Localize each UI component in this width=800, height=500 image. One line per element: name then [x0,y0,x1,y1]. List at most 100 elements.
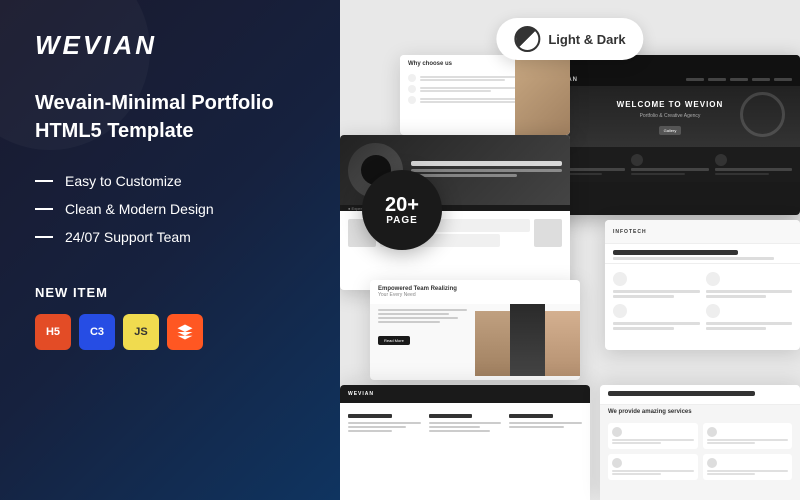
page-label: PAGE [386,215,418,226]
feature-item-1: Easy to Customize [35,173,305,189]
features-list: Easy to Customize Clean & Modern Design … [35,173,305,257]
feature-item-design [706,272,793,298]
footer-left-mockup: WEVIAN [340,385,590,500]
right-panel: Light & Dark 20+ PAGE WEVIAN [340,0,800,500]
team-person-3 [545,311,580,376]
tech-badges-row: H5 C3 JS [35,314,305,350]
feature-sub-3 [715,173,769,175]
feature-line-3 [706,290,793,293]
services-title: We provide amazing services [600,405,800,417]
theme-toggle-button[interactable]: Light & Dark [496,18,643,60]
new-item-badge: NEW ITEM [35,285,305,300]
feature-col-3 [715,154,792,175]
team-line-2 [378,313,449,315]
feature-line-2 [613,295,674,298]
service-line-5 [612,470,694,472]
nav-item-4 [752,78,770,81]
footer-col-line-3 [348,430,392,432]
team-line-1 [378,309,467,311]
nav-item-3 [730,78,748,81]
feature-item-digital [613,304,700,330]
services-title-line [608,391,755,396]
product-text [411,161,562,179]
hero-title: WELCOME TO WEVION [617,100,724,109]
js-badge: JS [123,314,159,350]
team-line-3 [378,317,458,319]
team-left: Read More [370,304,475,376]
service-icon-2 [707,427,717,437]
team-subtitle: Your Every Need [378,292,572,298]
feature-item-3: 24/07 Support Team [35,229,305,245]
footer-col-line-2 [348,426,406,428]
product-sub-line-1 [411,169,562,172]
feature-line-8 [706,327,767,330]
footer-col-line-5 [429,426,480,428]
service-line-1 [612,439,694,441]
project-icon [706,304,720,318]
why-line-2b [420,90,491,92]
main-container: WEVIAN Wevain-Minimal Portfolio HTML5 Te… [0,0,800,500]
feature-item-website [613,272,700,298]
team-person-2 [510,304,545,376]
dash-icon-3 [35,236,53,238]
footer-col-line-7 [509,422,582,424]
footer-header: WEVIAN [340,385,590,403]
service-line-4 [707,442,756,444]
footer-col-title-1 [348,414,392,418]
dark-theme-mockup: WEVIAN WELCOME TO WEVION Portfolio & Cre… [540,55,800,215]
team-people [475,304,580,376]
features-header: INFOTECH [605,220,800,244]
feature-col-2 [631,154,708,175]
why-line-1b [420,79,505,81]
footer-col-title-2 [429,414,473,418]
features-title-area [605,244,800,264]
why-dot-3 [408,96,416,104]
design-icon [706,272,720,286]
wheel-decoration [740,92,785,137]
feature-label-2: Clean & Modern Design [65,201,214,217]
features-logo: INFOTECH [613,229,647,235]
team-mockup: Empowered Team Realizing Your Every Need… [370,280,580,380]
footer-cols [340,408,590,440]
service-icon-4 [707,458,717,468]
product-sub-line-2 [411,174,517,177]
feature-label-1: Easy to Customize [65,173,182,189]
box-badge [167,314,203,350]
service-item-2 [703,423,793,449]
feature-sub-2 [631,173,685,175]
footer-content [340,403,590,440]
footer-col-title-3 [509,414,553,418]
website-icon [613,272,627,286]
service-item-4 [703,454,793,480]
brand-logo: WEVIAN [35,30,305,61]
team-content: Read More [370,304,580,376]
feature-icon-2 [631,154,643,166]
theme-toggle-icon [514,26,540,52]
footer-col-2 [429,414,502,434]
css3-badge: C3 [79,314,115,350]
footer-logo: WEVIAN [348,391,374,397]
footer-col-line-8 [509,426,564,428]
footer-col-line-4 [429,422,502,424]
feature-line-7 [706,322,793,325]
feature-item-2: Clean & Modern Design [35,201,305,217]
theme-toggle-label: Light & Dark [548,32,625,47]
why-choose-mockup: Why choose us [400,55,570,135]
feature-icon-3 [715,154,727,166]
feature-item-project [706,304,793,330]
product-title-line [411,161,562,166]
html5-label: H5 [46,326,60,338]
dash-icon-2 [35,208,53,210]
service-line-2 [612,442,661,444]
feature-label-3: 24/07 Support Team [65,229,191,245]
nav-item-2 [708,78,726,81]
feature-text-2 [631,168,708,171]
feature-text-3 [715,168,792,171]
service-icon-3 [612,458,622,468]
box-icon [176,323,194,341]
service-icon-1 [612,427,622,437]
nav-item-5 [774,78,792,81]
features-mockup: INFOTECH [605,220,800,350]
services-mockup: We provide amazing services [600,385,800,500]
js-label: JS [134,326,147,338]
